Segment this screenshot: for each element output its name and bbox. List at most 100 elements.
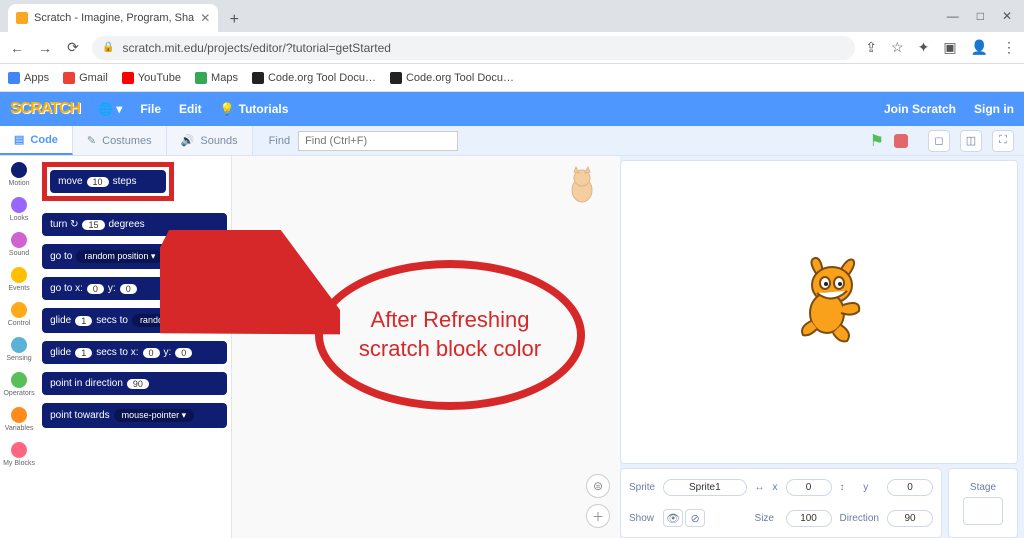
bookmark-apps[interactable]: Apps [8,72,49,84]
small-stage-button[interactable]: ◻ [928,130,950,152]
browser-tab[interactable]: Scratch - Imagine, Program, Sha ✕ [8,4,218,32]
sprite-x-input[interactable]: 0 [786,479,832,496]
find-label: Find [253,126,298,155]
scratch-menubar: SCRATCH 🌐 ▾ File Edit 💡Tutorials Join Sc… [0,92,1024,126]
sprite-name-input[interactable]: Sprite1 [663,479,746,496]
zoom-in-button[interactable]: ＋ [586,504,610,528]
profile-icon[interactable]: 👤 [971,39,988,56]
sprite-watermark-icon [564,166,600,206]
lightbulb-icon: 💡 [220,102,235,116]
sounds-icon: 🔊 [181,134,195,147]
scratch-logo[interactable]: SCRATCH [10,100,80,118]
stage-canvas[interactable] [620,160,1018,464]
fullscreen-button[interactable]: ⛶ [992,130,1014,152]
sprite-y-input[interactable]: 0 [887,479,933,496]
extensions-icon[interactable]: ✦ [918,39,930,56]
sprite-info: Sprite Sprite1 ↔ x 0 ↕ y 0 Show 👁 ⊘ Size… [620,468,942,538]
category-control[interactable]: Control [8,302,31,327]
category-events[interactable]: Events [8,267,29,292]
category-operators[interactable]: Operators [3,372,34,397]
zoom-reset-button[interactable]: ⊜ [586,474,610,498]
direction-label: Direction [840,513,879,524]
category-motion[interactable]: Motion [9,162,30,187]
sprite-size-input[interactable]: 100 [786,510,832,527]
tab-code[interactable]: ▤Code [0,126,73,155]
zoom-controls: ⊜ ＋ [586,474,610,528]
tab-title: Scratch - Imagine, Program, Sha [34,12,194,24]
bookmark-codeorg-1[interactable]: Code.org Tool Docu… [252,72,376,84]
tab-costumes[interactable]: ✎Costumes [73,126,167,155]
block-move-steps[interactable]: move 10 steps [50,170,166,193]
stage-thumbnail [963,497,1003,525]
window-close-icon[interactable]: ✕ [1002,9,1012,23]
favicon [16,12,28,24]
block-glide-xy[interactable]: glide 1 secs to x: 0 y: 0 [42,341,227,364]
x-label: x [773,482,778,493]
category-myblocks[interactable]: My Blocks [3,442,35,467]
block-point-towards[interactable]: point towards mouse-pointer ▾ [42,403,227,428]
scratch-cat-sprite[interactable] [787,255,867,345]
category-variables[interactable]: Variables [5,407,34,432]
gmail-icon [63,72,75,84]
script-workspace[interactable]: ⊜ ＋ [232,156,620,538]
bookmark-maps[interactable]: Maps [195,72,238,84]
category-looks[interactable]: Looks [10,197,29,222]
block-go-to-xy[interactable]: go to x: 0 y: 0 [42,277,227,300]
bookmarks-bar: Apps Gmail YouTube Maps Code.org Tool Do… [0,64,1024,92]
bookmark-gmail[interactable]: Gmail [63,72,108,84]
bookmark-codeorg-2[interactable]: Code.org Tool Docu… [390,72,514,84]
share-icon[interactable]: ⇪ [865,39,877,56]
sign-in-link[interactable]: Sign in [974,102,1014,116]
large-stage-button[interactable]: ◫ [960,130,982,152]
apps-icon [8,72,20,84]
chrome-menu-icon[interactable]: ⋮ [1002,39,1016,56]
maps-icon [195,72,207,84]
edit-menu[interactable]: Edit [179,102,202,116]
stop-icon[interactable] [894,134,908,148]
tutorials-button[interactable]: 💡Tutorials [220,102,289,116]
editor-tab-row: ▤Code ✎Costumes 🔊Sounds Find ⚑ ◻ ◫ ⛶ [0,126,1024,156]
sprite-name-label: Sprite [629,482,655,493]
nav-forward-icon[interactable]: → [36,40,54,56]
youtube-icon [122,72,134,84]
window-maximize-icon[interactable]: □ [977,9,984,23]
block-turn-degrees[interactable]: turn ↻ 15 degrees [42,213,227,236]
file-menu[interactable]: File [140,102,161,116]
url-text: scratch.mit.edu/projects/editor/?tutoria… [122,41,390,55]
block-glide-to[interactable]: glide 1 secs to random position ▾ [42,308,227,333]
join-scratch-link[interactable]: Join Scratch [884,102,956,116]
lock-icon: 🔒 [102,42,114,53]
block-list: move 10 steps turn ↻ 15 degrees go to ra… [38,156,231,538]
address-bar[interactable]: 🔒 scratch.mit.edu/projects/editor/?tutor… [92,36,855,60]
browser-tabstrip: Scratch - Imagine, Program, Sha ✕ + — □ … [0,0,1024,32]
move-steps-value[interactable]: 10 [87,177,109,187]
tab-close-icon[interactable]: ✕ [200,11,210,25]
block-go-to[interactable]: go to random position ▾ [42,244,227,269]
language-menu[interactable]: 🌐 ▾ [98,102,122,116]
bookmark-youtube[interactable]: YouTube [122,72,181,84]
bookmark-star-icon[interactable]: ☆ [891,39,904,56]
category-sensing[interactable]: Sensing [6,337,31,362]
codeorg-icon [390,72,402,84]
category-sound[interactable]: Sound [9,232,29,257]
show-label: Show [629,513,655,524]
panel-icon[interactable]: ▣ [943,39,956,56]
show-icon[interactable]: 👁 [663,509,683,527]
window-minimize-icon[interactable]: — [947,9,959,23]
sprite-direction-input[interactable]: 90 [887,510,933,527]
nav-reload-icon[interactable]: ⟳ [64,39,82,56]
y-label: y [863,482,879,493]
nav-back-icon[interactable]: ← [8,40,26,56]
block-point-direction[interactable]: point in direction 90 [42,372,227,395]
find-input[interactable] [298,131,458,151]
hide-icon[interactable]: ⊘ [685,509,705,527]
new-tab-button[interactable]: + [222,8,246,32]
visibility-toggle[interactable]: 👁 ⊘ [663,509,746,527]
green-flag-icon[interactable]: ⚑ [870,131,884,151]
tab-sounds[interactable]: 🔊Sounds [167,126,253,155]
annotation-highlight-box: move 10 steps [42,162,174,201]
browser-toolbar: ← → ⟳ 🔒 scratch.mit.edu/projects/editor/… [0,32,1024,64]
block-palette: Motion Looks Sound Events Control Sensin… [0,156,232,538]
stage-selector[interactable]: Stage [948,468,1018,538]
sprite-panel: Sprite Sprite1 ↔ x 0 ↕ y 0 Show 👁 ⊘ Size… [620,468,1018,538]
